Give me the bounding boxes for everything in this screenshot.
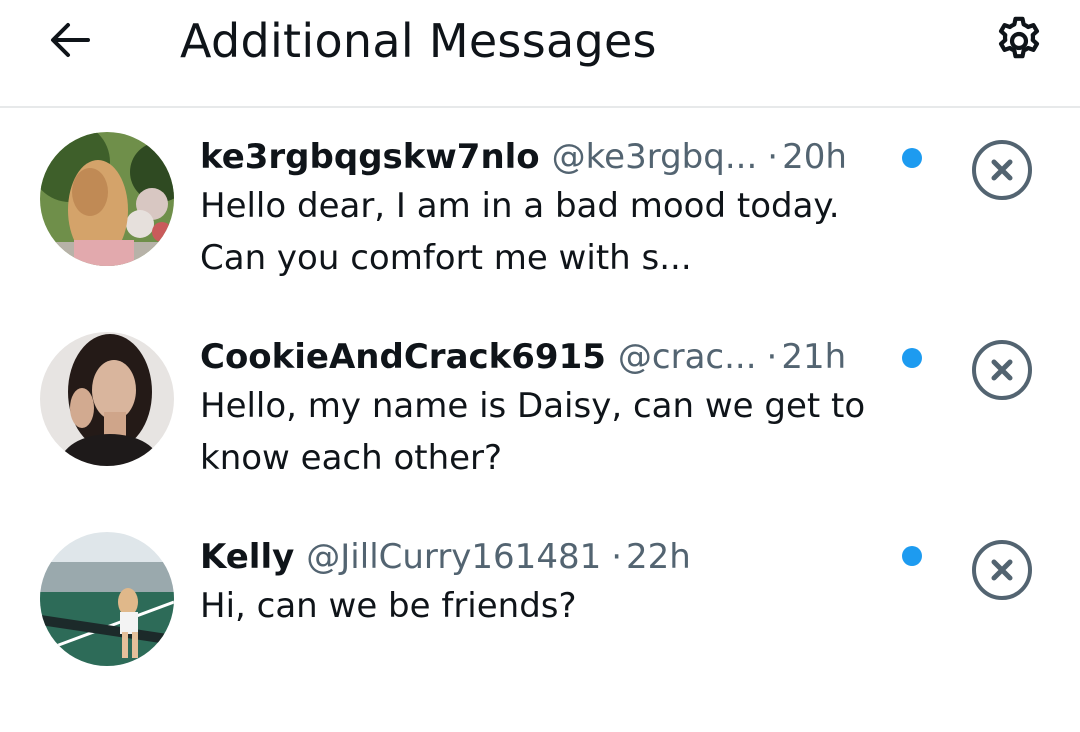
message-preview: Hi, can we be friends? bbox=[200, 586, 577, 626]
sender-name: CookieAndCrack6915 bbox=[200, 337, 606, 377]
unread-dot bbox=[902, 148, 922, 168]
close-circle-icon bbox=[972, 140, 1032, 200]
dismiss-button[interactable] bbox=[970, 138, 1034, 202]
dismiss-button[interactable] bbox=[970, 538, 1034, 602]
sender-line: CookieAndCrack6915 @crac... · 21h bbox=[200, 332, 846, 382]
unread-dot bbox=[902, 546, 922, 566]
separator: · bbox=[766, 337, 778, 377]
sender-handle: @JillCurry161481 bbox=[306, 537, 602, 577]
message-request-row[interactable]: ke3rgbqgskw7nlo @ke3rgbq... · 20h Hello … bbox=[0, 132, 1080, 332]
separator: · bbox=[611, 537, 623, 577]
sender-name: Kelly bbox=[200, 537, 295, 577]
settings-button[interactable] bbox=[988, 10, 1050, 72]
sender-handle: @crac... bbox=[617, 337, 757, 377]
back-button[interactable] bbox=[40, 14, 100, 66]
top-app-bar: Additional Messages bbox=[0, 0, 1080, 108]
dismiss-button[interactable] bbox=[970, 338, 1034, 402]
timestamp: 22h bbox=[626, 537, 691, 577]
sender-name: ke3rgbqgskw7nlo bbox=[200, 137, 540, 177]
avatar[interactable] bbox=[40, 332, 174, 466]
close-circle-icon bbox=[972, 540, 1032, 600]
arrow-left-icon bbox=[51, 23, 90, 57]
sender-handle: @ke3rgbq... bbox=[551, 137, 758, 177]
gear-icon bbox=[998, 16, 1040, 59]
message-request-row[interactable]: Kelly @JillCurry161481 · 22h Hi, can we … bbox=[0, 532, 1080, 732]
sender-line: ke3rgbqgskw7nlo @ke3rgbq... · 20h bbox=[200, 132, 847, 182]
message-request-row[interactable]: CookieAndCrack6915 @crac... · 21h Hello,… bbox=[0, 332, 1080, 532]
avatar[interactable] bbox=[40, 132, 174, 266]
message-preview: Hello, my name is Daisy, can we get to k… bbox=[200, 386, 866, 478]
unread-dot bbox=[902, 348, 922, 368]
avatar[interactable] bbox=[40, 532, 174, 666]
message-preview: Hello dear, I am in a bad mood today. Ca… bbox=[200, 186, 840, 278]
separator: · bbox=[767, 137, 779, 177]
page-title: Additional Messages bbox=[180, 14, 657, 68]
timestamp: 20h bbox=[782, 137, 847, 177]
close-circle-icon bbox=[972, 340, 1032, 400]
timestamp: 21h bbox=[781, 337, 847, 377]
sender-line: Kelly @JillCurry161481 · 22h bbox=[200, 532, 691, 582]
